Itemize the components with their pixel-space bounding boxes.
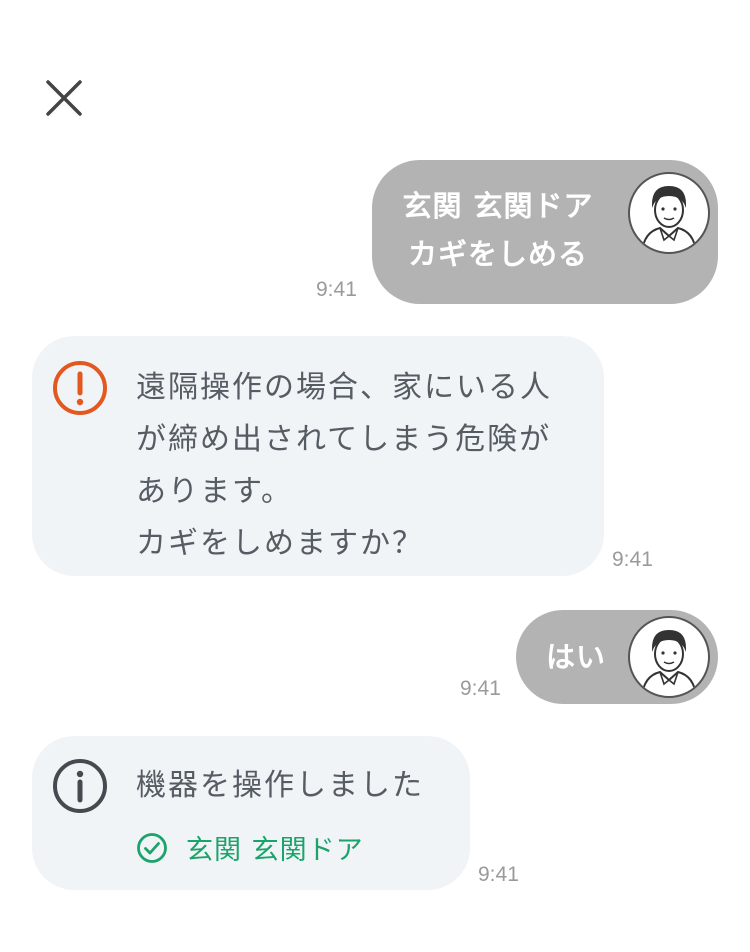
info-icon-wrap [52, 758, 108, 814]
message-time: 9:41 [460, 677, 501, 700]
message-time: 9:41 [478, 863, 519, 886]
system-message-text: 遠隔操作の場合、家にいる人 が締め出されてしまう危険が あります。 カギをしめま… [136, 362, 596, 570]
user-avatar-icon [641, 630, 697, 696]
user-message-bubble: はい [516, 610, 718, 704]
user-message-text: 玄関 玄関ドア カギをしめる [372, 182, 624, 278]
system-message-bubble: 遠隔操作の場合、家にいる人 が締め出されてしまう危険が あります。 カギをしめま… [32, 336, 604, 576]
message-time: 9:41 [612, 548, 653, 571]
close-icon [46, 80, 82, 116]
message-line: が締め出されてしまう危険が [136, 422, 552, 457]
message-line: カギをしめる [407, 237, 588, 271]
message-time: 9:41 [316, 278, 357, 301]
system-message-bubble: 機器を操作しました 玄関 玄関ドア [32, 736, 470, 890]
message-line: あります。 [136, 474, 293, 509]
avatar [628, 172, 710, 254]
message-line: カギをしめますか？ [136, 526, 424, 561]
check-circle-icon [137, 832, 167, 863]
info-icon [53, 759, 107, 813]
message-line: はい [545, 640, 606, 674]
user-avatar-icon [641, 186, 697, 252]
user-message-text: はい [516, 633, 636, 681]
avatar [628, 616, 710, 698]
warning-icon-wrap [52, 360, 108, 416]
user-message-bubble: 玄関 玄関ドア カギをしめる [372, 160, 718, 304]
system-message-text: 機器を操作しました [136, 768, 424, 803]
warning-icon [53, 361, 107, 415]
message-line: 玄関 玄関ドア [402, 189, 594, 223]
operated-device: 玄関 玄関ドア [136, 828, 364, 867]
message-line: 遠隔操作の場合、家にいる人 [136, 370, 552, 405]
close-button[interactable] [40, 74, 88, 122]
device-label: 玄関 玄関ドア [186, 835, 364, 866]
